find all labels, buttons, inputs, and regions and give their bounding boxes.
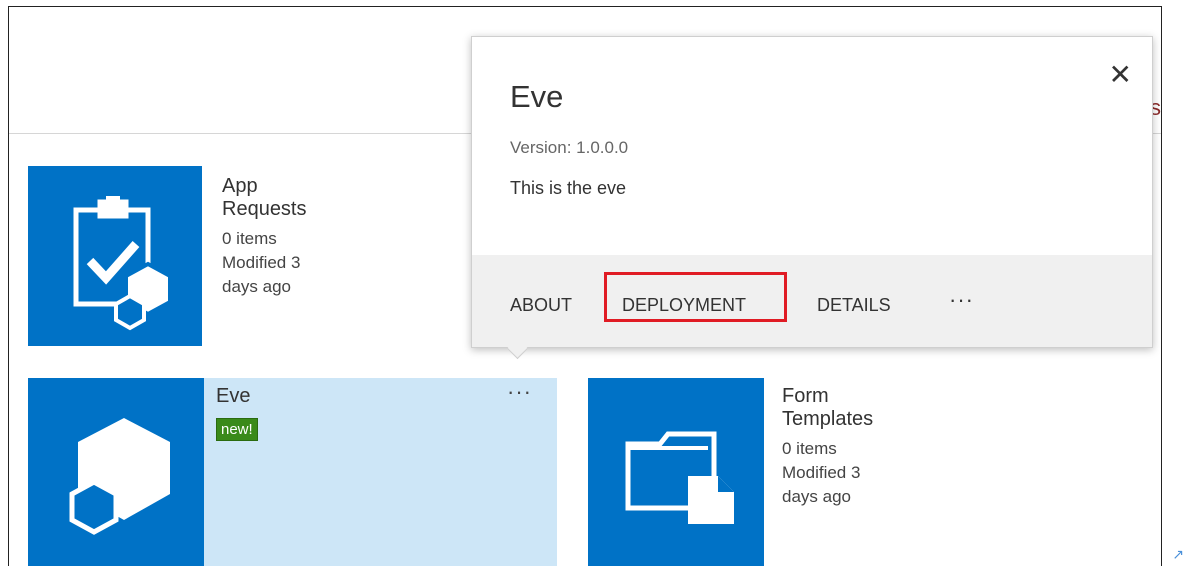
modified-date: Modified 3 days ago <box>782 463 861 506</box>
form-templates-info: Form Templates 0 items Modified 3 days a… <box>782 385 873 509</box>
description: This is the eve <box>510 178 627 198</box>
callout-title: Eve <box>510 79 564 114</box>
eve-more-button[interactable]: ··· <box>507 379 532 405</box>
item-count: 0 items <box>222 229 277 248</box>
app-requests-info: App Requests 0 items Modified 3 days ago <box>222 175 307 299</box>
folder-document-icon[interactable] <box>588 378 764 566</box>
callout-actions: ABOUT DEPLOYMENT DETAILS ··· <box>472 255 1152 347</box>
eve-info: Eve new! <box>216 385 258 441</box>
callout-header: Eve Version: 1.0.0.0 This is the eve ✕ <box>472 37 1152 255</box>
deployment-action[interactable]: DEPLOYMENT <box>622 295 746 316</box>
app-requests-icon[interactable] <box>28 166 202 346</box>
tile-title[interactable]: Eve <box>216 385 258 408</box>
site-contents-panel: s App Requests 0 items Modified 3 days a… <box>8 6 1162 566</box>
details-action[interactable]: DETAILS <box>817 295 891 316</box>
close-icon[interactable]: ✕ <box>1109 61 1132 89</box>
tile-title[interactable]: Form Templates <box>782 385 873 431</box>
about-action[interactable]: ABOUT <box>510 295 572 316</box>
external-link-icon[interactable]: ↗ <box>1172 546 1184 563</box>
item-count: 0 items <box>782 439 837 458</box>
new-badge: new! <box>216 418 258 441</box>
tile-title[interactable]: App Requests <box>222 175 307 221</box>
modified-date: Modified 3 days ago <box>222 253 301 296</box>
more-actions-button[interactable]: ··· <box>949 287 974 313</box>
app-cube-icon[interactable] <box>28 378 204 566</box>
app-callout: Eve Version: 1.0.0.0 This is the eve ✕ A… <box>471 36 1153 360</box>
version-label: Version: 1.0.0.0 <box>510 138 629 157</box>
